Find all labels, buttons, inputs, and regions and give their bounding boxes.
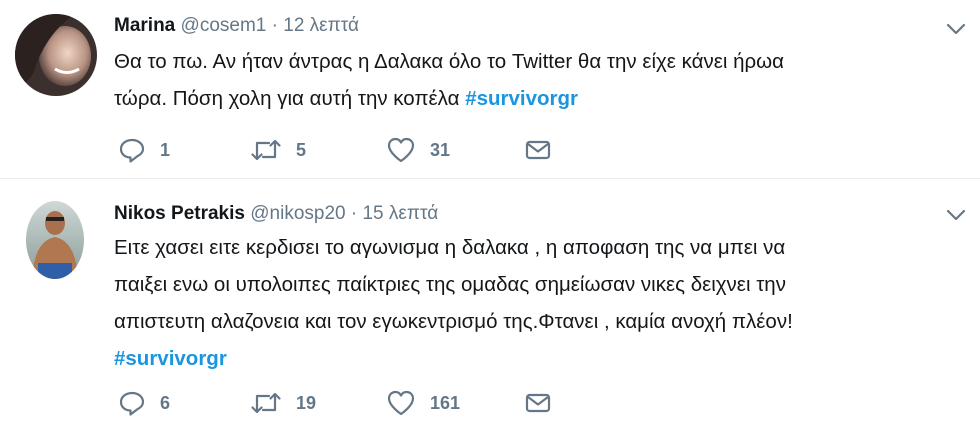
tweet-text-line: Θα το πω. Αν ήταν άντρας η Δαλακα όλο το…: [114, 50, 785, 73]
tweet-text-line: απιστευτη αλαζονεια και τον εγωκεντρισμό…: [114, 310, 793, 333]
hashtag-link[interactable]: #survivorgr: [465, 87, 578, 110]
reply-count: 6: [160, 392, 171, 413]
author-name[interactable]: Nikos Petrakis: [114, 203, 245, 224]
tweet-text: Θα το πω. Αν ήταν άντρας η Δαλακα όλο το…: [114, 43, 964, 117]
retweet-count: 19: [296, 392, 317, 413]
author-handle[interactable]: @cosem1: [181, 15, 267, 36]
reply-icon: [119, 391, 145, 416]
timestamp[interactable]: 15 λεπτά: [362, 203, 438, 224]
direct-message-icon: [525, 393, 551, 413]
like-button[interactable]: 161: [386, 389, 460, 417]
separator-dot: ·: [350, 203, 358, 224]
tweet-text-line: Ειτε χασει ειτε κερδισει το αγωνισμα η δ…: [114, 236, 786, 259]
tweet-text-line: παιξει ενω οι υπολοιπες παίκτριες της ομ…: [114, 273, 786, 296]
retweet-button[interactable]: 5: [250, 136, 306, 164]
tweet-text-segment: τώρα. Πόση χολη για αυτή την κοπέλα: [114, 87, 466, 110]
retweet-icon: [251, 139, 281, 161]
like-button[interactable]: 31: [386, 136, 450, 164]
direct-message-button[interactable]: [524, 389, 552, 417]
author-handle[interactable]: @nikosp20: [250, 203, 345, 224]
reply-icon: [119, 138, 145, 163]
avatar[interactable]: [26, 201, 84, 279]
direct-message-button[interactable]: [524, 136, 552, 164]
tweet[interactable]: Marina @cosem1 · 12 λεπτά Θα το πω. Αν ή…: [0, 0, 980, 178]
tweet-text-line: τώρα. Πόση χολη για αυτή την κοπέλα #sur…: [114, 80, 964, 117]
tweet-text: Ειτε χασει ειτε κερδισει το αγωνισμα η δ…: [114, 229, 964, 377]
chevron-down-icon[interactable]: [946, 22, 966, 36]
chevron-down-icon[interactable]: [946, 208, 966, 222]
direct-message-icon: [525, 140, 551, 160]
like-icon: [387, 137, 415, 163]
like-count: 161: [430, 392, 461, 413]
like-count: 31: [430, 139, 451, 160]
retweet-count: 5: [296, 139, 307, 160]
hashtag-link[interactable]: #survivorgr: [114, 347, 227, 370]
timestamp[interactable]: 12 λεπτά: [283, 15, 359, 36]
separator-dot: ·: [271, 15, 278, 36]
like-icon: [387, 390, 415, 416]
tweet-header: Nikos Petrakis @nikosp20 · 15 λεπτά: [114, 203, 438, 225]
tweet-text-line: #survivorgr: [114, 340, 964, 377]
reply-count: 1: [160, 139, 171, 160]
retweet-icon: [251, 392, 281, 414]
reply-button[interactable]: 1: [118, 136, 170, 164]
author-name[interactable]: Marina: [114, 15, 175, 36]
tweet[interactable]: Nikos Petrakis @nikosp20 · 15 λεπτά Ειτε…: [0, 178, 980, 439]
avatar[interactable]: [15, 14, 97, 96]
tweet-header: Marina @cosem1 · 12 λεπτά: [114, 15, 359, 37]
reply-button[interactable]: 6: [118, 389, 170, 417]
retweet-button[interactable]: 19: [250, 389, 316, 417]
